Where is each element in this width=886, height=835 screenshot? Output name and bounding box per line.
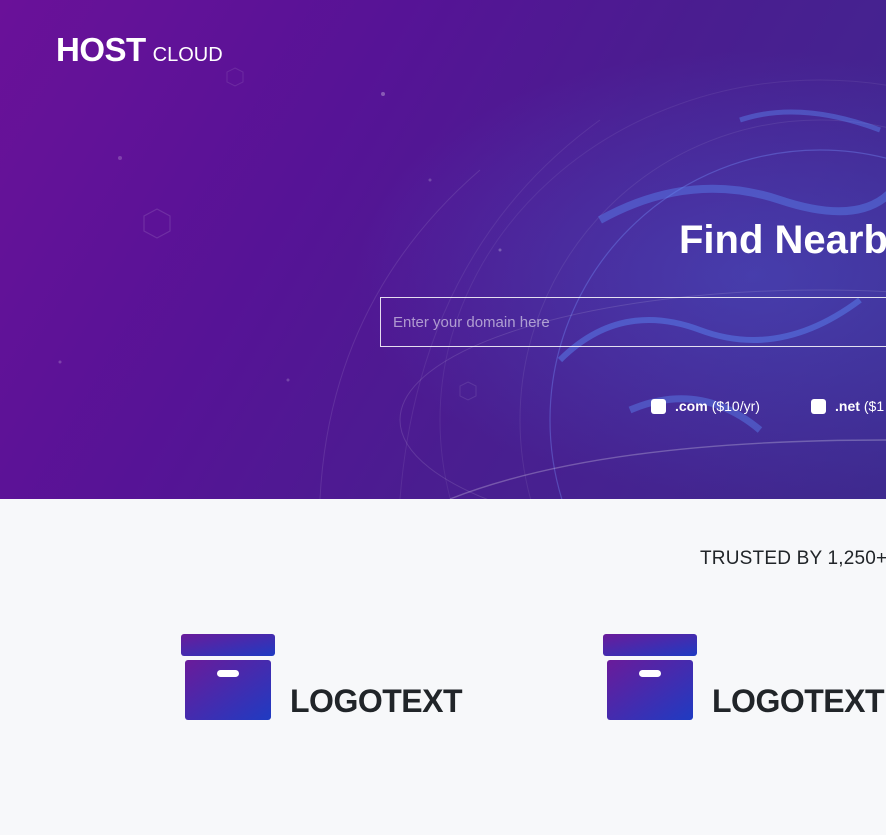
tld-name: .net [835,398,860,414]
site-logo[interactable]: HOST CLOUD [56,31,223,69]
hero-title: Find Nearb [679,218,886,262]
tld-checkbox-net[interactable] [811,398,826,414]
trusted-by-text: TRUSTED BY 1,250+ [700,548,886,569]
tld-option-com[interactable]: .com ($10/yr) [651,398,760,414]
client-logo: LOGOTEXT [181,634,463,722]
archive-box-icon [181,634,275,720]
tld-price: ($10/yr) [711,398,760,414]
tld-checkbox-com[interactable] [651,398,666,414]
trusted-by-heading: TRUSTED BY 1,250+ [700,548,886,570]
client-logo: LOGOTEXT [603,634,885,722]
domain-search-input[interactable] [380,297,886,347]
tld-price: ($1 [863,398,885,414]
client-logo-text: LOGOTEXT [290,683,463,719]
tld-name: .com [675,398,708,414]
archive-box-icon [603,634,697,720]
tld-option-net[interactable]: .net ($1 [811,398,884,414]
brand-tagline: CLOUD [152,44,223,66]
hero-section: HOST CLOUD Find Nearb .com ($10/yr) .net… [0,0,886,499]
client-logo-text: LOGOTEXT [712,683,885,719]
brand-name: HOST [56,31,146,68]
